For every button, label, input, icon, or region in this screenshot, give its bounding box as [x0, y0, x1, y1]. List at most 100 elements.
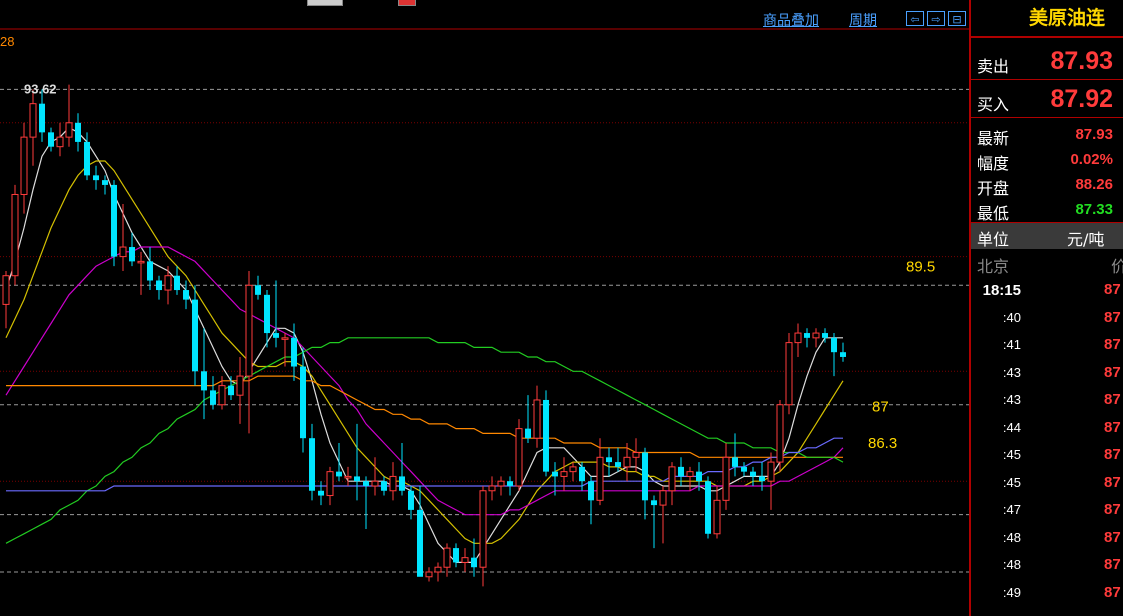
candle-body — [840, 352, 846, 357]
scroll-left-button[interactable]: ⇦ — [906, 11, 924, 26]
scroll-right-button[interactable]: ⇨ — [927, 11, 945, 26]
candle-body — [93, 175, 99, 181]
candle — [569, 462, 577, 482]
candle-body — [804, 333, 810, 338]
overlay-commodity-link[interactable]: 商品叠加 — [763, 10, 819, 30]
candle-body — [696, 471, 702, 482]
moving-average-line — [6, 437, 843, 492]
tick-time: :47 — [1002, 502, 1021, 517]
candle — [93, 165, 99, 190]
quote-row-low: 最低 87.33 — [971, 197, 1123, 223]
tick-time: :41 — [1002, 337, 1021, 352]
candle — [39, 89, 45, 142]
candle-body — [344, 475, 352, 479]
city-label: 北京 — [977, 257, 1010, 276]
period-link[interactable]: 周期 — [849, 10, 877, 30]
candle — [164, 266, 172, 305]
candle-body — [722, 456, 730, 501]
quote-row-latest: 最新 87.93 — [971, 122, 1123, 148]
quote-label: 幅度 — [977, 154, 1010, 173]
tick-price: 87 — [1104, 501, 1121, 518]
tick-price: 87 — [1104, 391, 1121, 408]
candle — [686, 466, 694, 491]
quote-row-open: 开盘 88.26 — [971, 172, 1123, 198]
candle — [497, 476, 505, 496]
candle — [767, 452, 775, 510]
tick-row: :48 87 — [971, 525, 1123, 552]
candle-body — [75, 122, 81, 142]
tick-row: :49 87 — [971, 580, 1123, 607]
candle — [741, 462, 747, 477]
candle — [29, 89, 37, 166]
candle — [75, 113, 81, 152]
candle-body — [11, 193, 19, 277]
tick-price: 87 — [1104, 308, 1121, 326]
tick-row: :47 87 — [971, 497, 1123, 524]
price-column-header: 价 — [1111, 257, 1123, 276]
candle — [300, 347, 306, 453]
candle — [174, 266, 180, 295]
buy-value: 87.92 — [1050, 85, 1113, 113]
tick-time: :40 — [1002, 309, 1021, 325]
candle-body — [552, 471, 558, 477]
candle-body — [606, 457, 612, 463]
candle — [785, 333, 793, 415]
candle-body — [300, 366, 306, 439]
candle — [812, 328, 820, 348]
candle-body — [363, 481, 369, 486]
tick-row: :43 87 — [971, 360, 1123, 387]
quote-label: 开盘 — [977, 179, 1010, 198]
candle-body — [759, 476, 765, 482]
candle — [722, 442, 730, 510]
tick-row: :45 87 — [971, 442, 1123, 469]
panel-toggle-button[interactable]: ⊟ — [948, 11, 966, 26]
candle-body — [309, 438, 315, 491]
candle-body — [291, 337, 297, 367]
tick-price: 87 — [1104, 446, 1121, 463]
tick-row: :44 87 — [971, 415, 1123, 442]
tick-price: 87 — [1104, 556, 1121, 573]
candlestick-chart[interactable]: 28 93.62 89.5 87 86.3 — [0, 28, 969, 616]
tick-price: 87 — [1104, 473, 1121, 491]
candle-body — [831, 337, 837, 353]
candle — [533, 385, 541, 448]
candle-body — [228, 385, 234, 396]
candle-body — [479, 490, 487, 568]
candles — [2, 84, 846, 587]
candle-body — [29, 103, 37, 138]
candle — [309, 423, 315, 501]
candle-body — [111, 184, 117, 257]
candle-body — [218, 385, 226, 406]
tick-row: :41 87 — [971, 332, 1123, 359]
candle-body — [318, 490, 324, 496]
corner-value-label: 28 — [0, 34, 14, 49]
candle-body — [767, 461, 775, 482]
tick-time: :43 — [1002, 364, 1021, 380]
candle — [750, 466, 756, 486]
tick-price: 87 — [1104, 336, 1121, 353]
price-level-label: 86.3 — [868, 435, 897, 452]
candle — [102, 175, 108, 195]
max-price-label: 93.62 — [24, 81, 57, 96]
candle — [425, 567, 433, 582]
candle-body — [210, 390, 216, 405]
candle-body — [732, 457, 738, 467]
tick-price: 87 — [1104, 363, 1121, 381]
candle-body — [812, 332, 820, 339]
candle-body — [642, 452, 648, 501]
candle-body — [137, 260, 145, 264]
candle — [20, 122, 28, 214]
candle-body — [2, 275, 10, 305]
candle — [713, 485, 721, 539]
unit-label: 单位 — [977, 230, 1010, 249]
candle-body — [201, 371, 207, 391]
candle — [111, 180, 117, 267]
candle-body — [434, 566, 442, 573]
candle-body — [102, 180, 108, 185]
candle — [381, 476, 387, 496]
candle-body — [776, 404, 784, 463]
candle-body — [164, 275, 172, 291]
quote-label: 最低 — [977, 204, 1010, 223]
candle-body — [281, 337, 289, 340]
candle-body — [39, 103, 45, 133]
